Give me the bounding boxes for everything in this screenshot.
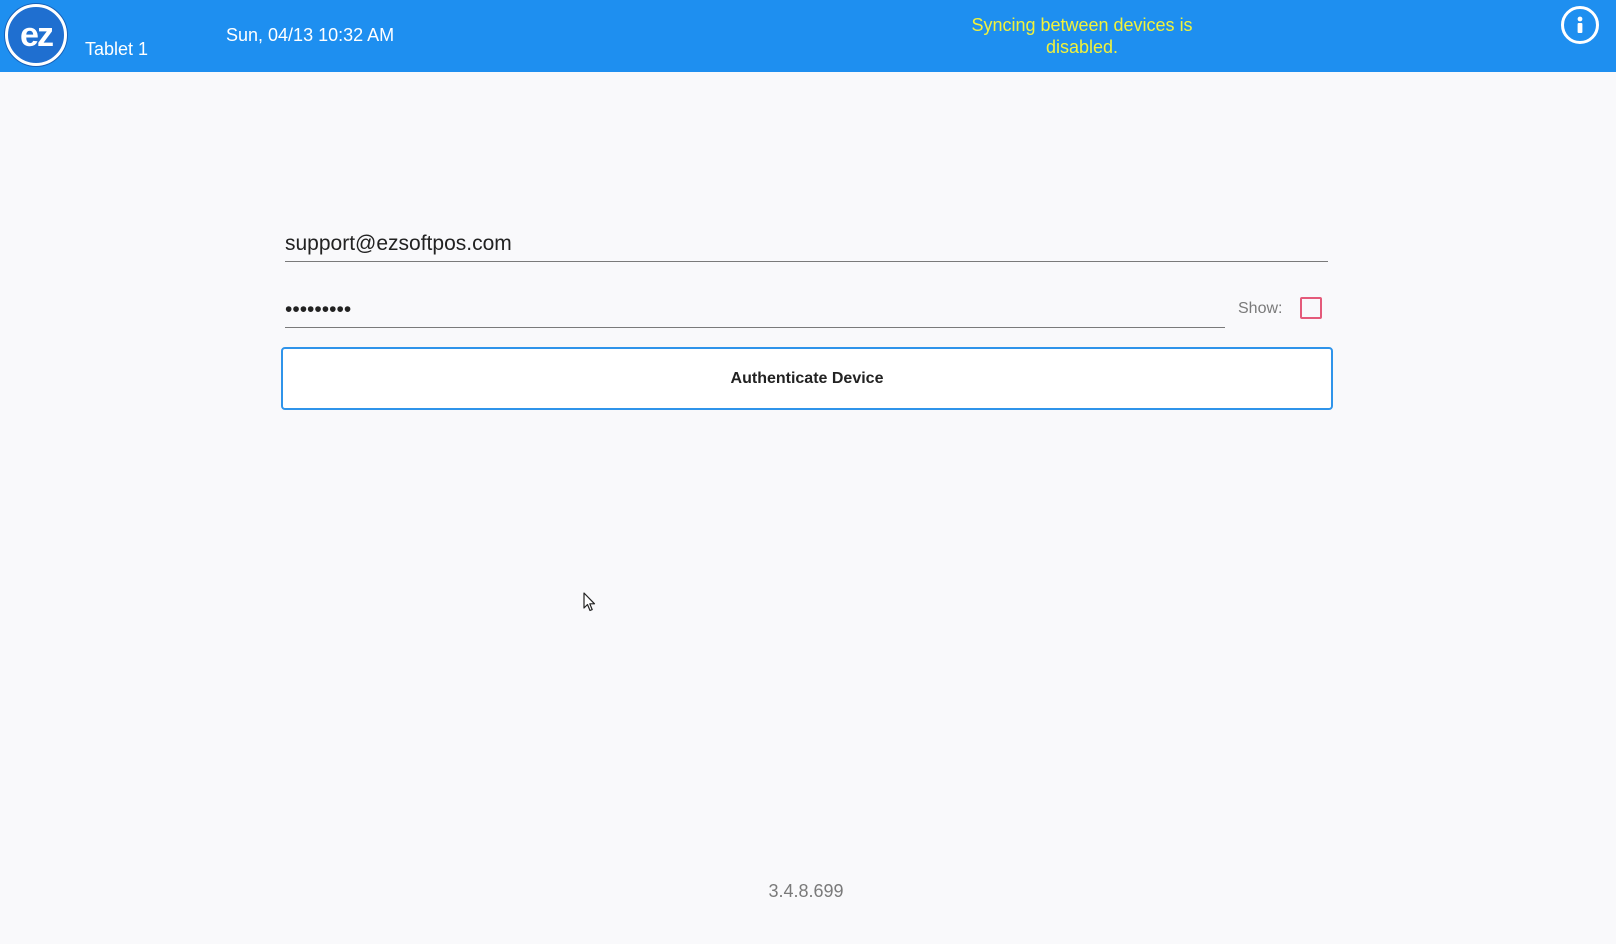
authenticate-device-button[interactable]: Authenticate Device [281,347,1333,410]
device-name: Tablet 1 [85,39,149,59]
mouse-cursor-icon [583,592,596,612]
sync-status-message: Syncing between devices is disabled. [971,15,1193,57]
date-time: Sun, 04/13 10:32 AM [226,25,395,45]
password-input[interactable] [285,292,1225,328]
app-version: 3.4.8.699 [768,881,844,901]
ez-logo: ez [5,4,67,66]
show-password-label: Show: [1238,300,1283,317]
email-input[interactable] [285,226,1328,262]
top-bar: ez Tablet 1 Sun, 04/13 10:32 AM Syncing … [0,0,1616,72]
show-password-checkbox[interactable] [1300,297,1322,319]
info-icon-glyph [1577,16,1583,33]
info-icon[interactable] [1561,6,1599,44]
